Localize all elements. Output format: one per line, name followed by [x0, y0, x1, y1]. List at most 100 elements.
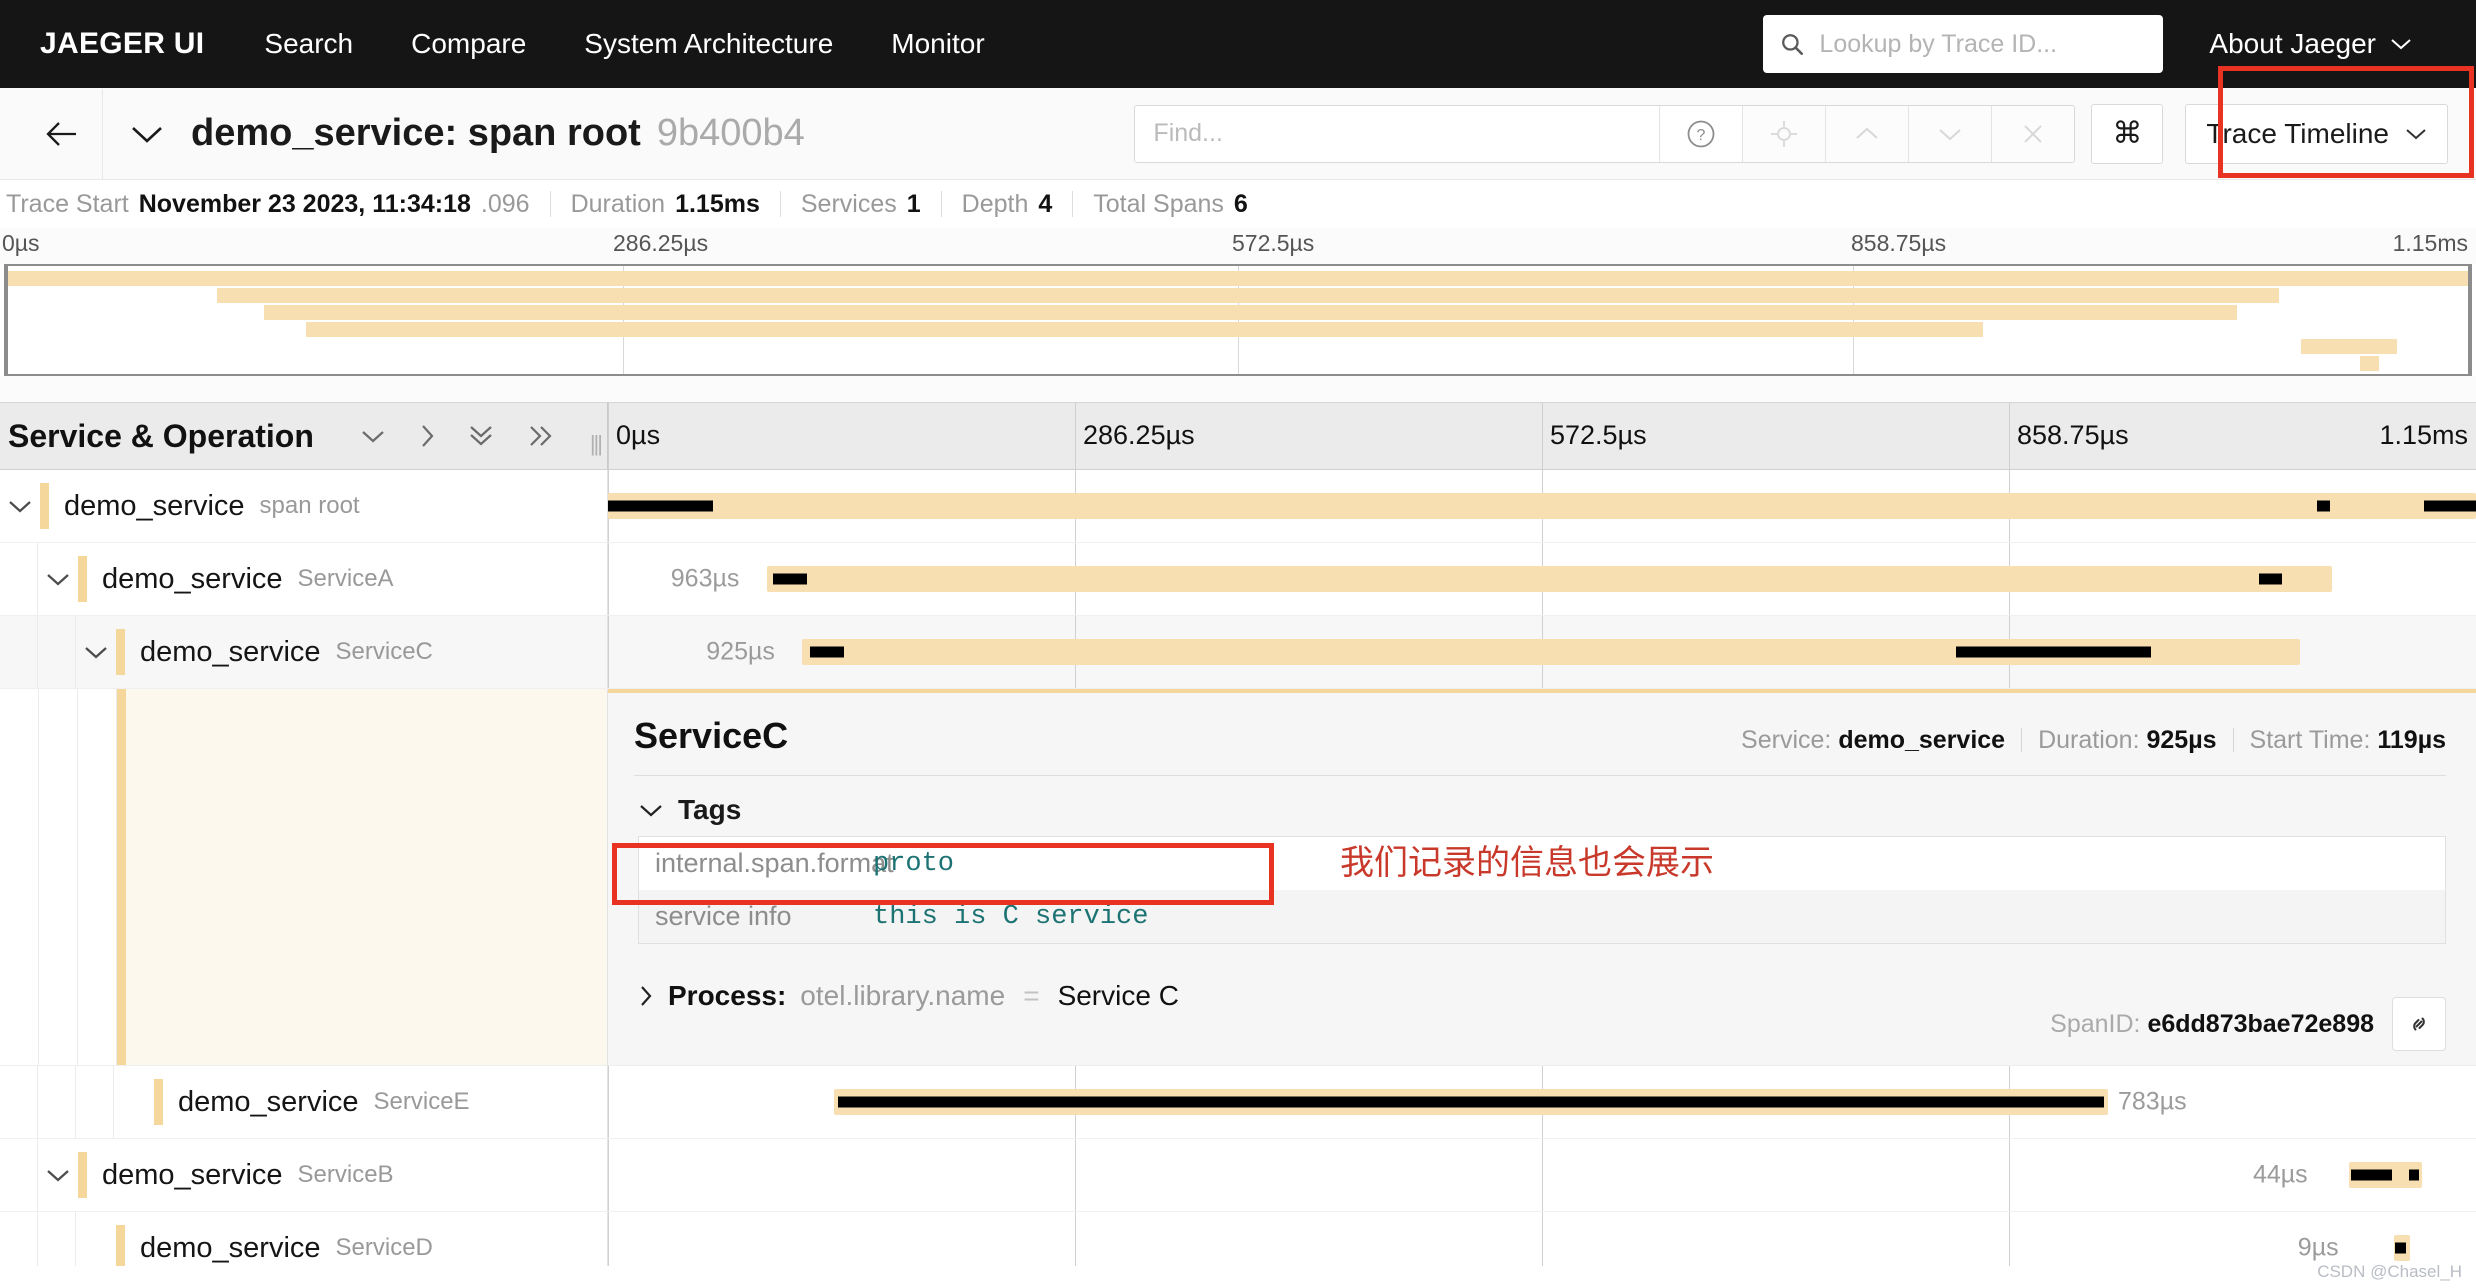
minimap-tick-label: 286.25µs — [613, 230, 708, 257]
column-resize-handle[interactable]: ||| — [590, 431, 601, 457]
trace-start-item: Trace Start November 23 2023, 11:34:18.0… — [6, 190, 530, 219]
span-duration-bar[interactable] — [2349, 1162, 2422, 1188]
span-collapse-caret[interactable] — [0, 497, 40, 515]
minimap-tick-label: 1.15ms — [2393, 230, 2468, 257]
chevron-up-icon — [1853, 125, 1881, 143]
trace-id-input[interactable] — [1817, 29, 2147, 60]
timeline-tick-label: 572.5µs — [1550, 420, 1647, 451]
find-next-button[interactable] — [1908, 106, 1991, 162]
minimap-span-bar — [8, 271, 2468, 286]
span-duration-bar[interactable] — [767, 566, 2332, 592]
span-id-text: SpanID: e6dd873bae72e898 — [2050, 1010, 2374, 1039]
span-collapse-caret[interactable] — [76, 643, 116, 661]
trace-minimap[interactable] — [4, 264, 2472, 376]
copy-span-link-button[interactable] — [2392, 997, 2446, 1051]
span-color-accent — [78, 556, 87, 602]
close-icon — [2020, 121, 2046, 147]
span-row-label[interactable]: demo_serviceServiceE — [0, 1066, 608, 1138]
span-collapse-caret[interactable] — [38, 570, 78, 588]
tags-section-label: Tags — [678, 794, 741, 826]
span-collapse-caret[interactable] — [38, 1166, 78, 1184]
collapse-all-icon[interactable] — [466, 423, 496, 449]
link-icon — [2404, 1009, 2434, 1039]
span-duration-bar[interactable] — [802, 639, 2300, 665]
watermark: CSDN @Chasel_H — [2317, 1262, 2462, 1282]
timeline-gridline — [608, 1066, 609, 1138]
tree-indent-guide — [0, 543, 38, 615]
nav-link-monitor[interactable]: Monitor — [891, 28, 984, 60]
nav-link-system-architecture[interactable]: System Architecture — [584, 28, 833, 60]
divider — [941, 191, 942, 217]
find-input[interactable] — [1135, 106, 1659, 162]
span-row[interactable]: demo_serviceServiceC925µs — [0, 616, 2476, 689]
timeline-axis-header: 0µs286.25µs572.5µs858.75µs1.15ms — [608, 403, 2476, 469]
span-duration-bar[interactable] — [834, 1089, 2108, 1115]
total-spans-label: Total Spans — [1093, 190, 1224, 219]
divider — [1072, 191, 1073, 217]
span-row[interactable]: demo_serviceServiceA963µs — [0, 543, 2476, 616]
collapse-one-icon[interactable] — [358, 427, 388, 445]
detail-start-time-label: Start Time: — [2250, 726, 2371, 754]
span-service-name: demo_service — [140, 636, 321, 669]
span-row-timeline[interactable] — [608, 470, 2476, 542]
span-row-timeline[interactable]: 783µs — [608, 1066, 2476, 1138]
span-duration-bar[interactable] — [2394, 1235, 2410, 1261]
chevron-right-icon — [638, 983, 654, 1009]
span-color-accent — [40, 483, 49, 529]
timeline-gridline — [1075, 1139, 1076, 1211]
span-row-timeline[interactable]: 963µs — [608, 543, 2476, 615]
minimap-span-bar — [264, 305, 2237, 320]
span-row-label[interactable]: demo_serviceServiceC — [0, 616, 608, 688]
nav-link-compare[interactable]: Compare — [411, 28, 526, 60]
trace-detail-toggle[interactable] — [129, 123, 165, 145]
span-id-value: e6dd873bae72e898 — [2147, 1010, 2374, 1038]
trace-duration-item: Duration 1.15ms — [571, 190, 760, 219]
find-prev-button[interactable] — [1825, 106, 1908, 162]
span-row-timeline[interactable]: 925µs — [608, 616, 2476, 688]
tags-section-toggle[interactable]: Tags — [638, 794, 2446, 826]
find-help-button[interactable]: ? — [1659, 106, 1742, 162]
span-child-segment — [608, 501, 713, 512]
find-focus-button[interactable] — [1742, 106, 1825, 162]
span-child-segment — [1956, 647, 2151, 658]
search-icon — [1779, 31, 1805, 57]
chevron-down-icon — [82, 643, 110, 661]
trace-id-short: 9b400b4 — [657, 112, 805, 154]
span-row-label[interactable]: demo_serviceServiceA — [0, 543, 608, 615]
timeline-gridline — [1542, 1139, 1543, 1211]
span-row-timeline[interactable]: 44µs — [608, 1139, 2476, 1211]
nav-link-search[interactable]: Search — [264, 28, 353, 60]
span-color-accent — [117, 689, 126, 1065]
jaeger-logo[interactable]: JAEGER UI — [40, 27, 204, 61]
timeline-column-header: Service & Operation ||| 0µs — [0, 402, 2476, 470]
chevron-down-icon — [1936, 125, 1964, 143]
view-mode-select[interactable]: Trace Timeline — [2185, 104, 2448, 164]
viewport-bottom-edge — [0, 1266, 2476, 1288]
keyboard-shortcuts-button[interactable]: ⌘ — [2091, 104, 2163, 164]
detail-start-time-value: 119µs — [2377, 726, 2446, 754]
trace-id-lookup[interactable] — [1763, 15, 2163, 73]
span-duration-bar[interactable] — [608, 493, 2476, 519]
expand-one-icon[interactable] — [418, 422, 436, 450]
tag-row[interactable]: service infothis is C service — [639, 890, 2445, 943]
span-row-label[interactable]: demo_servicespan root — [0, 470, 608, 542]
span-color-accent — [116, 1225, 125, 1271]
span-detail-header: ServiceCService: demo_serviceDuration: 9… — [634, 693, 2446, 776]
find-clear-button[interactable] — [1991, 106, 2074, 162]
question-circle-icon: ? — [1684, 117, 1718, 151]
timeline-tick-label: 286.25µs — [1083, 420, 1195, 451]
span-row[interactable]: demo_serviceServiceB44µs — [0, 1139, 2476, 1212]
trace-title-bar: demo_service: span root9b400b4 ? — [0, 88, 2476, 180]
span-row[interactable]: demo_servicespan root — [0, 470, 2476, 543]
span-child-segment — [2424, 501, 2476, 512]
span-row-label[interactable]: demo_serviceServiceB — [0, 1139, 608, 1211]
minimap-span-bar — [2301, 339, 2397, 354]
back-button[interactable] — [24, 89, 103, 179]
about-jaeger-menu[interactable]: About Jaeger — [2209, 28, 2412, 60]
expand-all-icon[interactable] — [526, 423, 556, 449]
span-row[interactable]: demo_serviceServiceE783µs — [0, 1066, 2476, 1139]
find-bar[interactable]: ? — [1134, 105, 2075, 163]
timeline-tick-label: 858.75µs — [2017, 420, 2129, 451]
services-item: Services 1 — [801, 190, 921, 219]
detail-duration-label: Duration: — [2038, 726, 2139, 754]
